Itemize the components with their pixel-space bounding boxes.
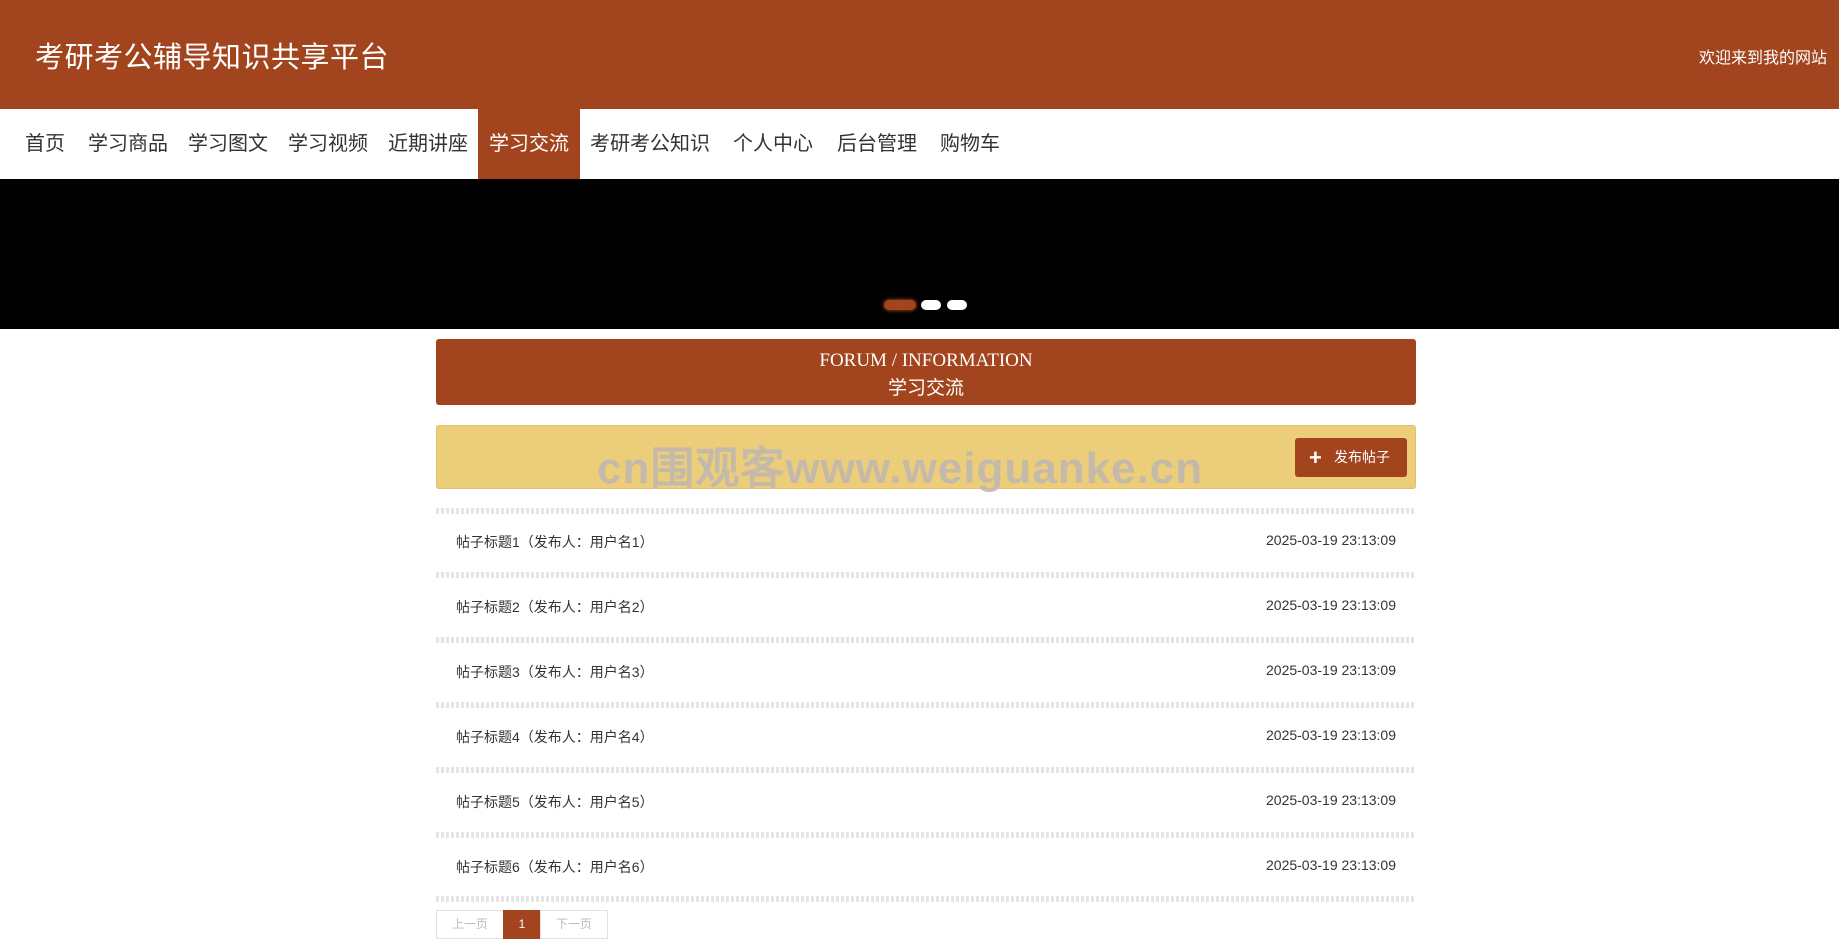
post-title[interactable]: 帖子标题6（发布人：用户名6） bbox=[456, 857, 654, 877]
nav-item-home[interactable]: 首页 bbox=[14, 109, 76, 179]
post-row[interactable]: 帖子标题5（发布人：用户名5） 2025-03-19 23:13:09 bbox=[436, 773, 1416, 832]
post-time: 2025-03-19 23:13:09 bbox=[1266, 792, 1396, 808]
post-row[interactable]: 帖子标题1（发布人：用户名1） 2025-03-19 23:13:09 bbox=[436, 513, 1416, 572]
post-time: 2025-03-19 23:13:09 bbox=[1266, 727, 1396, 743]
post-time: 2025-03-19 23:13:09 bbox=[1266, 857, 1396, 873]
post-row[interactable]: 帖子标题2（发布人：用户名2） 2025-03-19 23:13:09 bbox=[436, 578, 1416, 637]
post-row[interactable]: 帖子标题4（发布人：用户名4） 2025-03-19 23:13:09 bbox=[436, 708, 1416, 767]
plus-icon: + bbox=[1309, 445, 1322, 470]
nav-item-lectures[interactable]: 近期讲座 bbox=[380, 109, 476, 179]
nav-item-user-center[interactable]: 个人中心 bbox=[724, 109, 822, 179]
nav-item-study-articles[interactable]: 学习图文 bbox=[180, 109, 276, 179]
nav-item-study-videos[interactable]: 学习视频 bbox=[280, 109, 376, 179]
publish-post-button[interactable]: + 发布帖子 bbox=[1295, 438, 1407, 477]
post-title[interactable]: 帖子标题4（发布人：用户名4） bbox=[456, 727, 654, 747]
nav-item-cart[interactable]: 购物车 bbox=[932, 109, 1008, 179]
top-header: 考研考公辅导知识共享平台 欢迎来到我的网站 bbox=[0, 0, 1839, 109]
carousel-dot-2[interactable] bbox=[921, 300, 941, 310]
banner-carousel bbox=[0, 179, 1839, 329]
next-page-button[interactable]: 下一页 bbox=[540, 910, 608, 939]
forum-action-bar: cn围观客www.weiguanke.cn + 发布帖子 bbox=[436, 425, 1416, 493]
page-number-current[interactable]: 1 bbox=[503, 910, 541, 939]
post-row[interactable]: 帖子标题3（发布人：用户名3） 2025-03-19 23:13:09 bbox=[436, 643, 1416, 702]
post-title[interactable]: 帖子标题3（发布人：用户名3） bbox=[456, 662, 654, 682]
main-nav: 首页 学习商品 学习图文 学习视频 近期讲座 学习交流 考研考公知识 个人中心 … bbox=[0, 109, 1839, 179]
post-row[interactable]: 帖子标题6（发布人：用户名6） 2025-03-19 23:13:09 bbox=[436, 838, 1416, 897]
nav-item-study-goods[interactable]: 学习商品 bbox=[80, 109, 176, 179]
list-divider bbox=[436, 896, 1416, 902]
nav-item-forum[interactable]: 学习交流 bbox=[478, 109, 580, 179]
section-title-en: FORUM / INFORMATION bbox=[819, 350, 1033, 371]
post-title[interactable]: 帖子标题2（发布人：用户名2） bbox=[456, 597, 654, 617]
prev-page-button[interactable]: 上一页 bbox=[436, 910, 504, 939]
publish-post-label: 发布帖子 bbox=[1334, 449, 1390, 465]
post-title[interactable]: 帖子标题5（发布人：用户名5） bbox=[456, 792, 654, 812]
nav-item-admin[interactable]: 后台管理 bbox=[828, 109, 926, 179]
watermark-text: cn围观客www.weiguanke.cn bbox=[597, 444, 1204, 493]
section-header: FORUM / INFORMATION 学习交流 bbox=[436, 339, 1416, 405]
carousel-dot-3[interactable] bbox=[947, 300, 967, 310]
welcome-text: 欢迎来到我的网站 bbox=[1698, 50, 1827, 67]
nav-item-exam-knowledge[interactable]: 考研考公知识 bbox=[584, 109, 716, 179]
post-time: 2025-03-19 23:13:09 bbox=[1266, 597, 1396, 613]
carousel-dot-1[interactable] bbox=[884, 300, 916, 310]
site-title[interactable]: 考研考公辅导知识共享平台 bbox=[35, 34, 389, 76]
post-title[interactable]: 帖子标题1（发布人：用户名1） bbox=[456, 532, 654, 552]
post-time: 2025-03-19 23:13:09 bbox=[1266, 532, 1396, 548]
post-time: 2025-03-19 23:13:09 bbox=[1266, 662, 1396, 678]
section-title-cn: 学习交流 bbox=[887, 378, 964, 399]
